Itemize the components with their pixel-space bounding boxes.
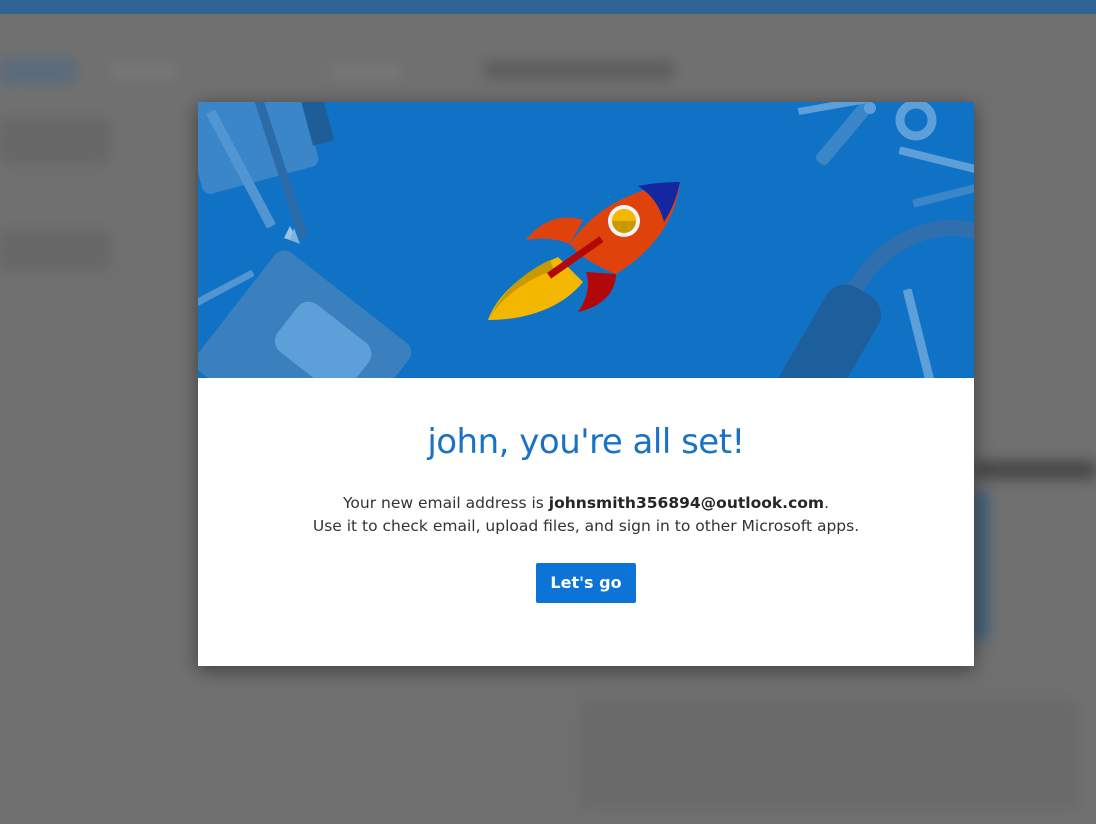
background-text-blur	[0, 118, 110, 164]
lets-go-button[interactable]: Let's go	[536, 563, 636, 603]
background-top-bar	[0, 0, 1096, 14]
email-address: johnsmith356894@outlook.com	[548, 494, 825, 512]
tablet-icon	[198, 250, 412, 378]
background-panel-blur	[974, 490, 988, 640]
scissors-icon	[797, 102, 937, 166]
welcome-dialog: john, you're all set! Your new email add…	[198, 102, 974, 666]
dialog-content: john, you're all set! Your new email add…	[198, 378, 974, 666]
background-nav-blur	[330, 64, 400, 80]
background-nav-blur	[484, 60, 674, 80]
pen-icon	[898, 146, 974, 208]
message-line-2: Use it to check email, upload files, and…	[312, 517, 860, 535]
background-logo-blur	[0, 58, 76, 84]
background-panel-blur	[580, 700, 1080, 810]
hero-banner	[198, 102, 974, 378]
message-suffix: .	[824, 494, 829, 512]
hero-illustration	[198, 102, 974, 378]
message-prefix: Your new email address is	[343, 494, 549, 512]
background-nav-blur	[110, 62, 176, 80]
background-text-blur	[0, 230, 110, 270]
dialog-message: Your new email address is johnsmith35689…	[198, 492, 974, 538]
headphones-icon	[775, 220, 974, 378]
background-panel-blur	[974, 460, 1096, 480]
message-line-1: Your new email address is johnsmith35689…	[198, 492, 974, 515]
dialog-title: john, you're all set!	[427, 422, 745, 462]
rocket-icon	[488, 182, 680, 320]
